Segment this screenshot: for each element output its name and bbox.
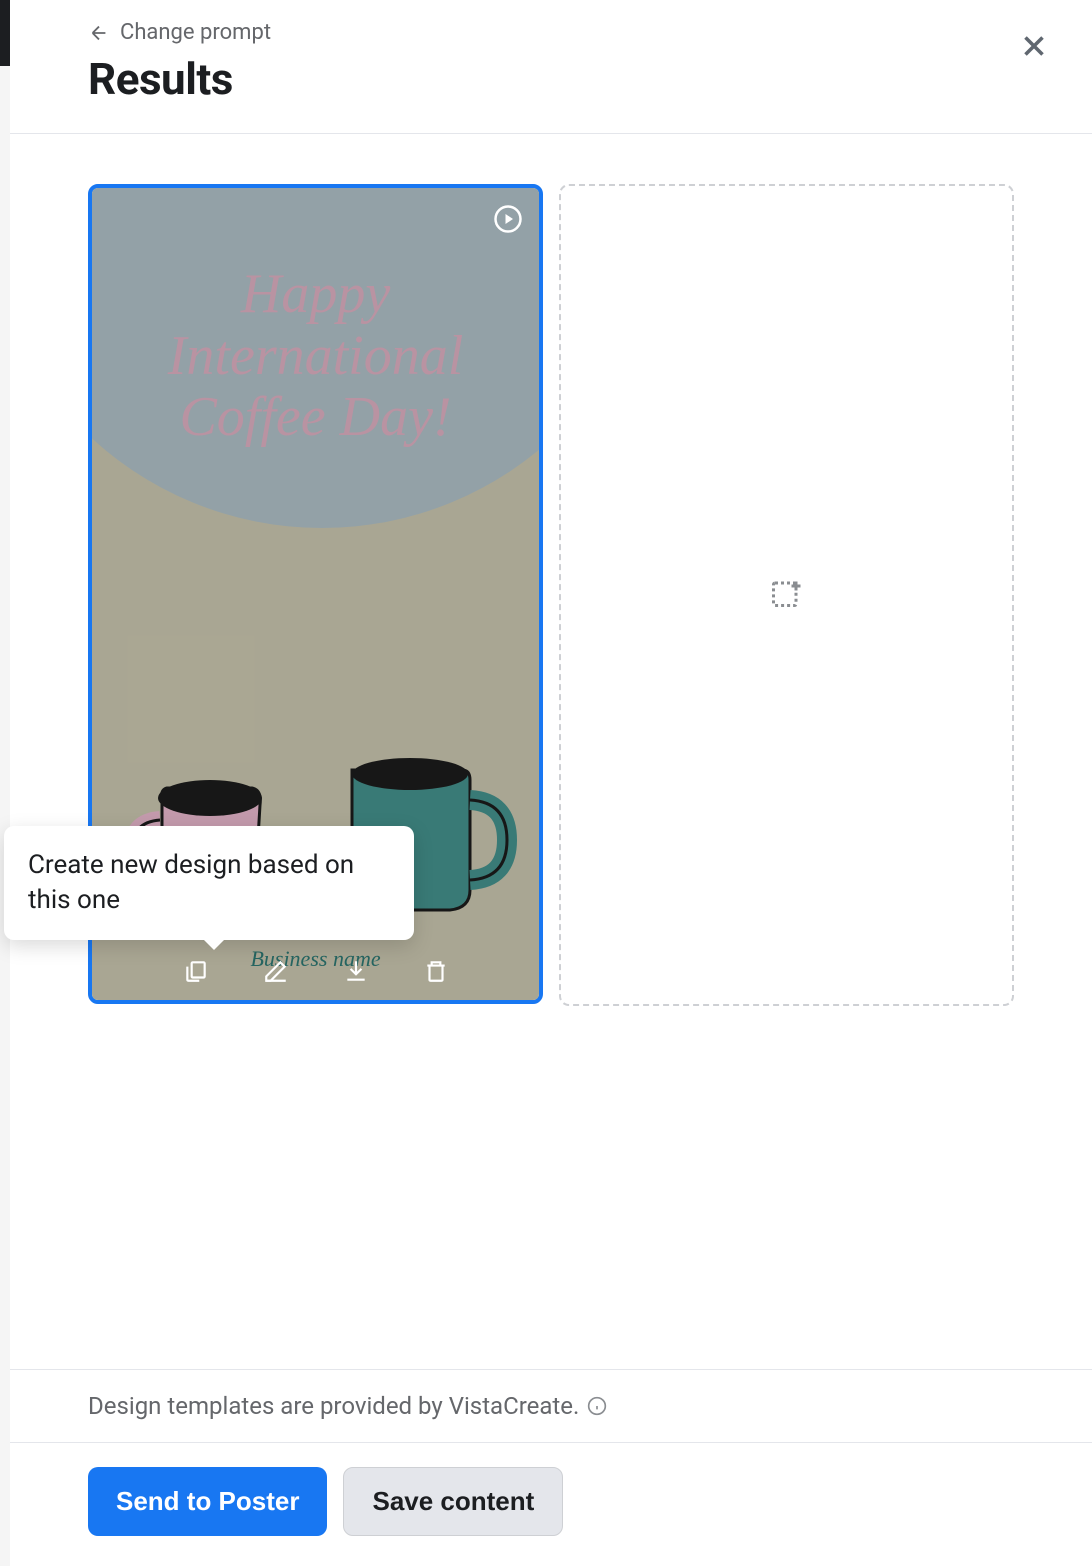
duplicate-button[interactable]: [181, 956, 211, 986]
results-content: Happy International Coffee Day!: [10, 134, 1092, 1369]
modal-header: Change prompt Results: [10, 0, 1092, 134]
info-icon[interactable]: [587, 1396, 607, 1416]
tooltip-text: Create new design based on this one: [28, 850, 354, 915]
footer-actions: Send to Poster Save content: [10, 1443, 1092, 1566]
duplicate-icon: [183, 958, 209, 984]
edit-button[interactable]: [261, 956, 291, 986]
footer-info: Design templates are provided by VistaCr…: [10, 1369, 1092, 1443]
edit-icon: [263, 958, 289, 984]
card-actions-bar: [92, 956, 539, 986]
empty-design-slot[interactable]: [559, 184, 1014, 1006]
arrow-left-icon: [88, 22, 110, 44]
add-design-icon: [769, 577, 805, 613]
close-button[interactable]: [1014, 26, 1054, 66]
download-button[interactable]: [341, 956, 371, 986]
back-label: Change prompt: [120, 20, 271, 45]
duplicate-tooltip: Create new design based on this one: [4, 826, 414, 940]
play-badge: [493, 204, 523, 234]
play-icon: [493, 204, 523, 234]
page-title: Results: [88, 53, 1062, 105]
results-modal: Change prompt Results Happy Internationa…: [10, 0, 1092, 1566]
provider-text: Design templates are provided by VistaCr…: [88, 1392, 579, 1420]
download-icon: [343, 958, 369, 984]
trash-icon: [423, 958, 449, 984]
send-to-poster-button[interactable]: Send to Poster: [88, 1467, 327, 1536]
save-content-button[interactable]: Save content: [343, 1467, 563, 1536]
close-icon: [1017, 29, 1051, 63]
left-edge-strip: [0, 0, 10, 66]
delete-button[interactable]: [421, 956, 451, 986]
change-prompt-link[interactable]: Change prompt: [88, 20, 271, 45]
